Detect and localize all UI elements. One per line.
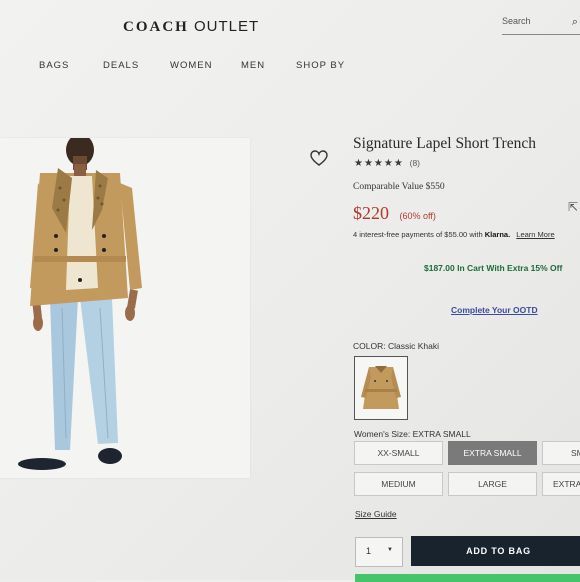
review-count: (8) [409, 158, 420, 168]
model-wearing-trench-image [18, 134, 142, 470]
nav-women[interactable]: WOMEN [170, 60, 212, 71]
search-placeholder: Search [502, 16, 531, 26]
klarna-logo: Klarna. [484, 230, 511, 239]
quantity-value: 1 [366, 546, 372, 556]
nav-deals[interactable]: DEALS [103, 60, 139, 71]
size-small[interactable]: SMALL [542, 441, 580, 465]
logo-outlet: OUTLET [194, 18, 260, 35]
klarna-text: 4 interest-free payments of $55.00 with [353, 230, 483, 239]
size-guide-link[interactable]: Size Guide [355, 509, 397, 519]
rating-stars: ★★★★★ [354, 158, 404, 169]
search-icon[interactable]: ⌕ [572, 16, 578, 29]
discount-badge: (60% off) [399, 211, 436, 221]
size-large[interactable]: LARGE [448, 472, 537, 496]
logo-brand: COACH [123, 19, 189, 35]
size-medium[interactable]: MEDIUM [354, 472, 443, 496]
trench-thumbnail-icon [361, 366, 401, 409]
add-to-bag-button[interactable]: ADD TO BAG [411, 536, 580, 566]
comparable-value: Comparable Value $550 [353, 182, 445, 192]
complete-ootd-link[interactable]: Complete Your OOTD [451, 305, 538, 315]
product-title: Signature Lapel Short Trench [353, 135, 536, 152]
sale-price: $220 [353, 203, 389, 223]
color-label: COLOR: Classic Khaki [353, 341, 439, 351]
nav-men[interactable]: MEN [241, 60, 265, 71]
price-block: $220 (60% off) [353, 203, 436, 224]
quantity-select[interactable]: 1 ▼ [355, 537, 403, 567]
learn-more-link[interactable]: Learn More [516, 230, 554, 239]
size-extra-small[interactable]: EXTRA SMALL [448, 441, 537, 465]
chevron-down-icon: ▼ [387, 547, 393, 553]
size-extra-large[interactable]: EXTRA LARGE [542, 472, 580, 496]
size-label: Women's Size: EXTRA SMALL [354, 429, 471, 439]
product-page: COACH OUTLET Search ⌕ BAGS DEALS WOMEN M… [0, 0, 580, 582]
main-nav: BAGS DEALS WOMEN MEN SHOP BY [0, 60, 580, 74]
color-swatch-classic-khaki[interactable] [354, 356, 408, 420]
in-cart-promo: $187.00 In Cart With Extra 15% Off [424, 263, 563, 273]
product-rating[interactable]: ★★★★★ (8) [354, 158, 420, 169]
heart-icon[interactable] [310, 150, 328, 166]
search-input[interactable]: Search ⌕ [502, 16, 580, 35]
size-xx-small[interactable]: XX-SMALL [354, 441, 443, 465]
product-image[interactable] [0, 134, 250, 478]
nav-bags[interactable]: BAGS [39, 60, 69, 71]
mouse-cursor-icon: ⇱ [568, 200, 579, 214]
green-action-button[interactable] [355, 574, 580, 582]
klarna-message: 4 interest-free payments of $55.00 with … [353, 230, 555, 239]
coach-outlet-logo[interactable]: COACH OUTLET [123, 18, 259, 36]
nav-shop-by[interactable]: SHOP BY [296, 60, 345, 71]
